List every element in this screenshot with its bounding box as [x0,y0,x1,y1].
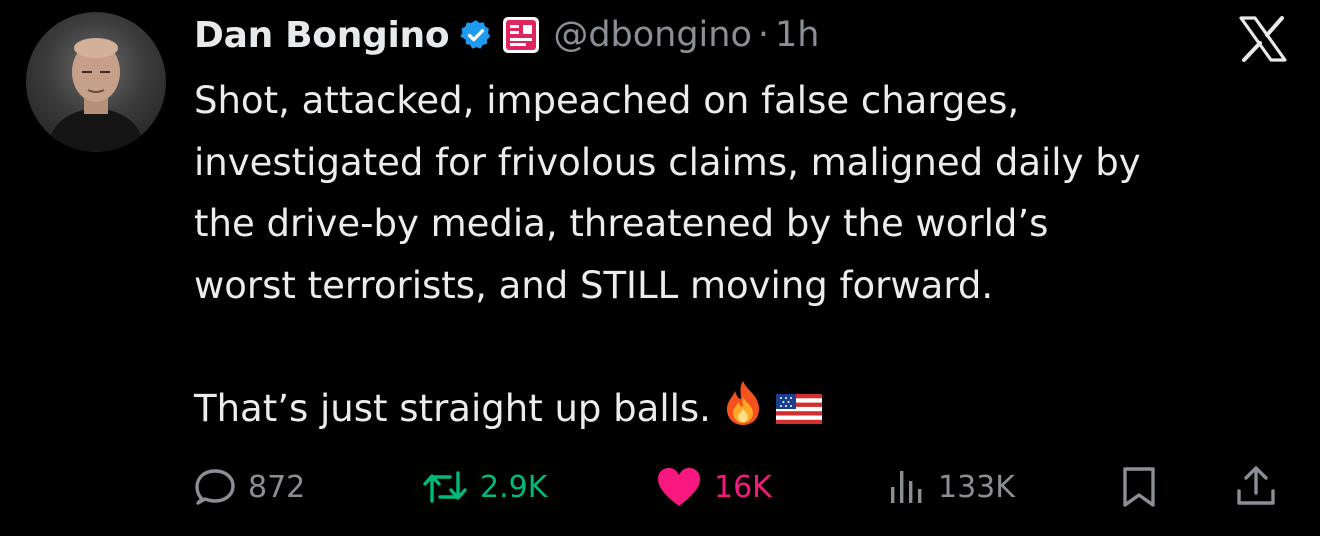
like-button[interactable]: 16K [656,462,772,512]
tweet-text-line: the drive-by media, threatened by the wo… [194,202,1049,245]
like-icon [658,468,700,506]
tweet-text-line: investigated for frivolous claims, malig… [194,140,1141,184]
tweet-closing-line: That’s just straight up balls. [194,378,1294,440]
repost-icon [423,471,467,503]
reply-icon [195,469,235,505]
tweet-timestamp[interactable]: 1h [775,15,819,55]
views-button[interactable]: 133K [886,462,1015,512]
tweet-text: Shot, attacked, impeached on false charg… [194,70,1294,439]
avatar-image [46,38,146,152]
author-handle[interactable]: @dbongino [553,15,752,55]
share-button[interactable] [1234,462,1278,512]
repost-button[interactable]: 2.9K [422,462,547,512]
author-name[interactable]: Dan Bongino [194,15,450,56]
views-icon [891,471,922,503]
reply-count: 872 [248,469,306,505]
share-icon [1237,466,1275,505]
avatar[interactable] [26,12,166,152]
bookmark-icon [1123,467,1155,507]
us-flag-emoji [775,393,822,424]
repost-count: 2.9K [480,469,548,505]
x-logo-icon [1239,16,1287,62]
affiliate-badge-icon[interactable] [501,15,541,55]
verified-badge-icon [460,20,491,49]
tweet-closing-text: That’s just straight up balls. [194,386,711,430]
fire-emoji [726,380,759,425]
reply-button[interactable]: 872 [194,462,305,512]
meta-separator: · [757,15,770,55]
tweet-text-line: Shot, attacked, impeached on false charg… [194,79,1020,122]
tweet-header: Dan Bongino @dbongino · 1h [194,10,819,60]
views-count: 133K [938,469,1015,505]
bookmark-button[interactable] [1119,462,1159,512]
like-count: 16K [714,469,772,505]
tweet-text-line: worst terrorists, and STILL moving forwa… [194,263,994,307]
action-bar: 872 2.9K 16K 133K [194,462,1294,512]
